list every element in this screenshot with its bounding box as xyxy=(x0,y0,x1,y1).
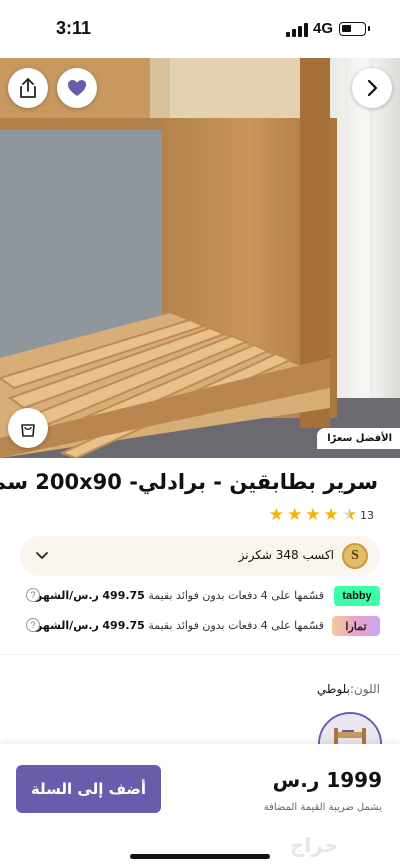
info-icon[interactable]: ? xyxy=(26,588,40,602)
bottom-purchase-bar: أضف إلى السلة 1999 ر.س يشمل ضريبة القيمة… xyxy=(0,744,400,867)
installment-amount: 499.75 xyxy=(102,589,145,602)
quick-add-button[interactable] xyxy=(8,408,48,448)
color-label: اللون: xyxy=(349,682,380,696)
best-price-badge: الأفضل سعرًا xyxy=(317,428,400,449)
next-image-button[interactable] xyxy=(352,68,392,108)
home-indicator[interactable] xyxy=(130,854,270,859)
share-button[interactable] xyxy=(8,68,48,108)
product-image[interactable]: الأفضل سعرًا xyxy=(0,58,400,458)
star-icon: ★ xyxy=(305,505,321,525)
installment-text: قسّمها على 4 دفعات بدون فوائد بقيمة 499.… xyxy=(36,619,324,632)
installment-row-tamara[interactable]: تمارا قسّمها على 4 دفعات بدون فوائد بقيم… xyxy=(26,614,380,638)
points-coin-icon: S xyxy=(342,543,368,569)
price: 1999 ر.س xyxy=(272,768,382,792)
chevron-down-icon[interactable] xyxy=(34,548,50,564)
status-bar: 3:11 4G xyxy=(0,0,400,58)
color-option-label: اللون:بلوطي xyxy=(317,682,380,696)
signal-icon xyxy=(286,23,308,37)
half-star-icon: ★ xyxy=(341,505,357,525)
vat-note: يشمل ضريبة القيمة المضافة xyxy=(263,802,382,813)
rating[interactable]: 13 ★ ★ ★ ★ ★ xyxy=(269,507,378,524)
battery-icon xyxy=(339,22,370,36)
installment-unit: ر.س/الشهر xyxy=(35,589,99,602)
status-time: 3:11 xyxy=(56,18,92,38)
share-icon xyxy=(20,78,36,98)
star-icon: ★ xyxy=(323,505,339,525)
bag-icon xyxy=(21,424,35,437)
bunk-bed-photo xyxy=(0,58,400,458)
heart-icon xyxy=(68,80,86,96)
product-title: سرير بطابقين - برادلي- 200x90 سم xyxy=(0,470,378,494)
star-icon: ★ xyxy=(287,505,303,525)
installment-amount: 499.75 xyxy=(102,619,145,632)
favorite-button[interactable] xyxy=(57,68,97,108)
installment-text: قسّمها على 4 دفعات بدون فوائد بقيمة 499.… xyxy=(36,589,324,602)
installment-description: قسّمها على 4 دفعات بدون فوائد بقيمة xyxy=(148,619,324,632)
points-text: اكسب 348 شكرنز xyxy=(238,548,334,562)
network-type: 4G xyxy=(313,20,334,37)
color-value: بلوطي xyxy=(316,682,350,696)
add-to-cart-button[interactable]: أضف إلى السلة xyxy=(16,765,161,813)
info-icon[interactable]: ? xyxy=(26,618,40,632)
installment-unit: ر.س/الشهر xyxy=(35,619,99,632)
chevron-right-icon xyxy=(367,79,378,97)
loyalty-points-box[interactable]: S اكسب 348 شكرنز xyxy=(20,536,380,576)
installment-description: قسّمها على 4 دفعات بدون فوائد بقيمة xyxy=(148,589,324,602)
rating-count: 13 xyxy=(360,509,374,522)
watermark: حراج xyxy=(290,833,339,857)
divider xyxy=(0,654,400,655)
tabby-logo: tabby xyxy=(334,586,380,606)
star-icon: ★ xyxy=(268,505,284,525)
tamara-logo: تمارا xyxy=(332,616,380,636)
installment-row-tabby[interactable]: tabby قسّمها على 4 دفعات بدون فوائد بقيم… xyxy=(26,584,380,608)
